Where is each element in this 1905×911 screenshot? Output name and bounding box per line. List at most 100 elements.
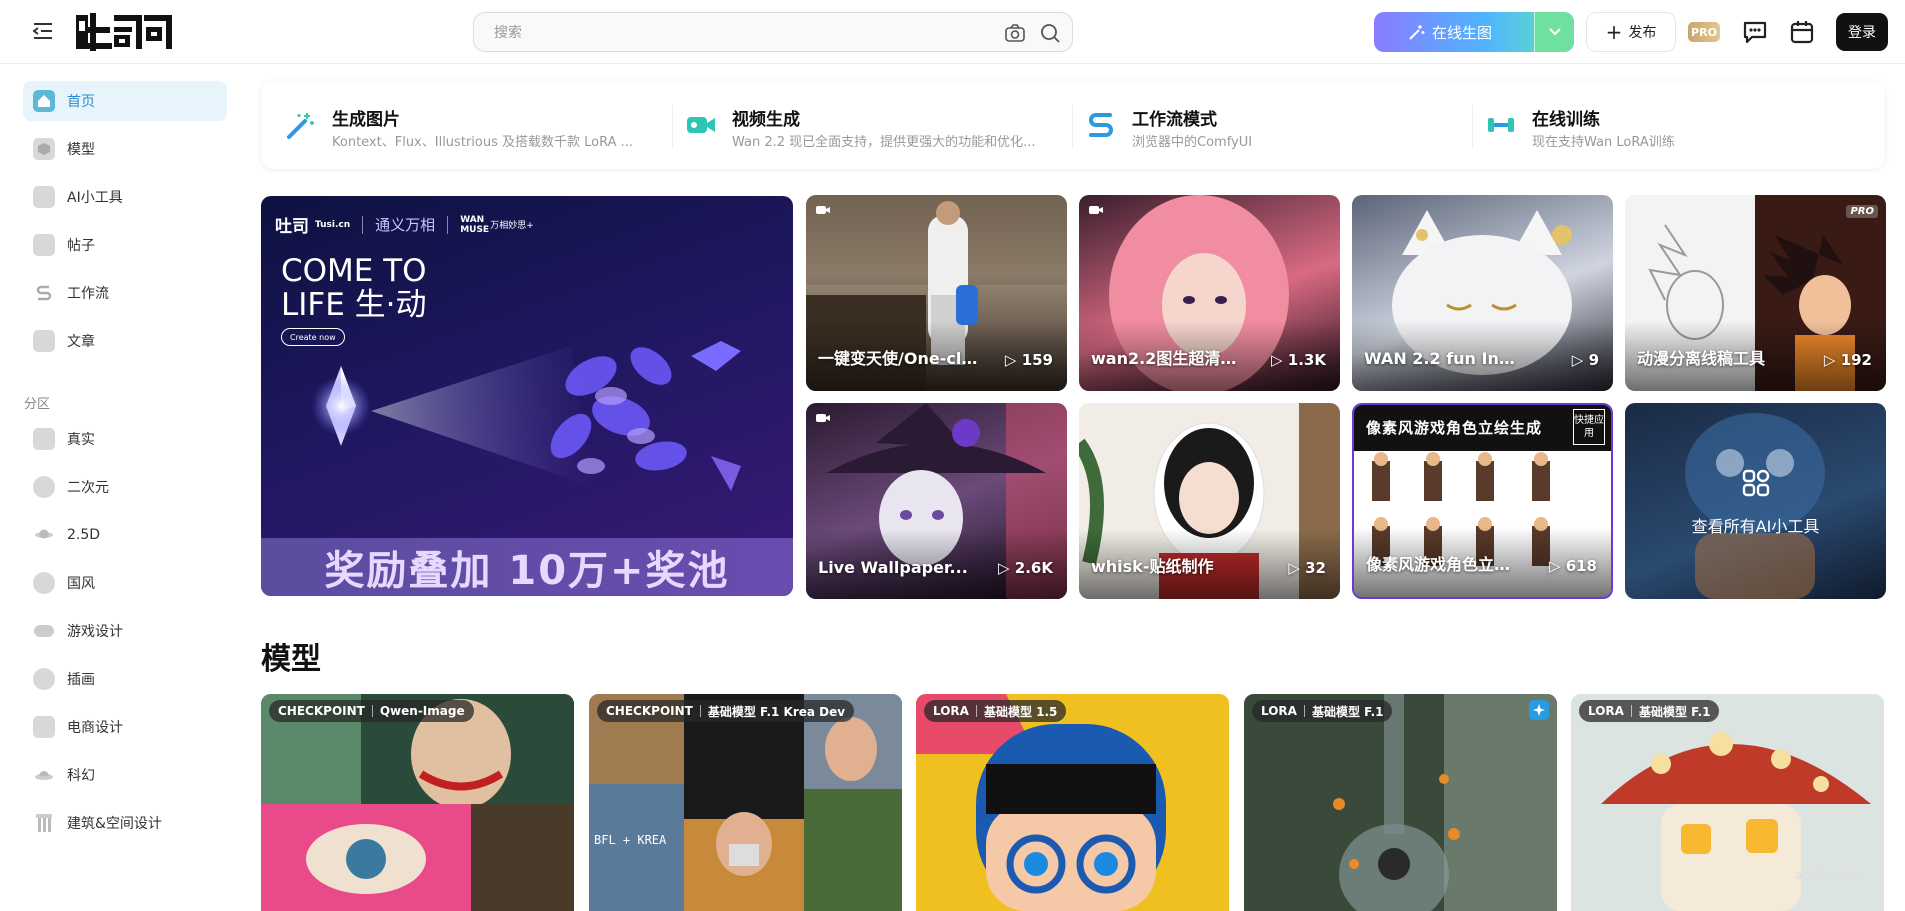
banner-partner: 通义万相 [375,216,436,234]
generate-label: 在线生图 [1432,23,1493,42]
search-box[interactable] [473,12,1073,52]
sidebar-item-articles[interactable]: 文章 [23,321,227,361]
divider [1303,705,1305,717]
model-type: LORA [1588,704,1624,718]
sidebar-item-label: 帖子 [67,238,95,254]
feature-workflow[interactable]: 工作流模式 浏览器中的ComfyUI [1061,81,1461,169]
plus-icon: + [1605,20,1623,44]
svg-text:BFL + KREA: BFL + KREA [594,833,667,847]
category-architecture[interactable]: 建筑&空间设计 [23,803,227,843]
pro-badge[interactable]: PRO [1688,22,1720,42]
workflow-icon [33,282,55,304]
video-icon [1089,206,1103,214]
tool-card[interactable]: PRO 动漫分离线稿工具 ▷ 192 [1625,195,1886,391]
tool-card[interactable]: 像素风游戏角色立绘生成 快捷应用 像素风游戏角色立绘... ▷ 618 [1352,403,1613,599]
card-title: Live Wallpaper... [818,558,968,577]
model-card[interactable]: CHECKPOINT Qwen-Image [261,694,574,911]
card-title: 像素风游戏角色立绘... [1366,555,1526,574]
category-label: 2.5D [67,527,101,543]
category-game-design[interactable]: 游戏设计 [23,611,227,651]
play-count: ▷ 9 [1571,351,1599,369]
camera-icon [33,428,55,450]
model-card[interactable]: LORA 基础模型 1.5 [916,694,1229,911]
feature-desc: 现在支持Wan LoRA训练 [1532,135,1675,150]
sidebar-item-label: 模型 [67,142,95,158]
tool-card[interactable]: whisk-贴纸制作 ▷ 32 [1079,403,1340,599]
generate-dropdown[interactable] [1534,12,1574,52]
tool-card[interactable]: WAN 2.2 fun Inp官方... ▷ 9 [1352,195,1613,391]
model-tag: LORA 基础模型 F.1 [1579,700,1720,722]
category-real[interactable]: 真实 [23,419,227,459]
divider [1630,705,1632,717]
models-section-title: 模型 [261,642,321,677]
feature-video[interactable]: 视频生成 Wan 2.2 现已全面支持，提供更强大的功能和优化... [661,81,1061,169]
view-all-tools-label: 查看所有AI小工具 [1691,517,1820,536]
login-button[interactable]: 登录 [1836,13,1888,51]
sidebar-item-label: 文章 [67,334,95,350]
banner-headline-line1: COME TO [281,253,427,289]
section-title: 分区 [24,397,51,412]
menu-collapse-icon[interactable] [33,22,53,40]
watermark: aoxbx.com [1795,868,1861,882]
article-icon [33,330,55,352]
divider [371,705,373,717]
category-anime[interactable]: 二次元 [23,467,227,507]
generate-main[interactable]: 在线生图 [1374,12,1534,52]
quick-app-badge: 快捷应用 [1573,409,1605,445]
camera-search-icon[interactable] [1004,23,1026,43]
play-count-value: 2.6K [1014,559,1053,577]
card-title: 一键变天使/One-clic... [818,349,978,368]
model-thumbnail [916,694,1229,911]
model-base: 基础模型 F.1 [1311,704,1384,719]
logo[interactable] [76,13,172,51]
category-guofeng[interactable]: 国风 [23,563,227,603]
sidebar-item-posts[interactable]: 帖子 [23,225,227,265]
category-scifi[interactable]: 科幻 [23,755,227,795]
tool-card[interactable]: Live Wallpaper... ▷ 2.6K [806,403,1067,599]
banner-logo: 吐司 [275,217,309,237]
model-thumbnail [261,694,574,911]
card-title: wan2.2图生超清视... [1091,349,1251,368]
category-ecommerce[interactable]: 电商设计 [23,707,227,747]
banner-illustration [311,341,741,491]
sidebar-item-label: 工作流 [67,286,109,302]
tool-card[interactable]: wan2.2图生超清视... ▷ 1.3K [1079,195,1340,391]
feature-generate-image[interactable]: 生成图片 Kontext、Flux、Illustrious 及搭载数千款 LoR… [261,81,661,169]
category-2-5d[interactable]: 2.5D [23,515,227,555]
model-card[interactable]: BFL + KREA CHECKPOINT 基础模型 F.1 Krea Dev [589,694,902,911]
search-input[interactable] [494,22,974,44]
feature-desc: Kontext、Flux、Illustrious 及搭载数千款 LoRA ... [332,135,633,150]
divider [447,215,449,234]
feature-desc: Wan 2.2 现已全面支持，提供更强大的功能和优化... [732,135,1036,150]
chevron-down-icon [1548,28,1561,36]
publish-button[interactable]: + 发布 [1586,12,1676,52]
sidebar-item-models[interactable]: 模型 [23,129,227,169]
category-illustration[interactable]: 插画 [23,659,227,699]
search-icon[interactable] [1039,22,1061,44]
message-icon[interactable] [1741,18,1769,46]
model-tag: CHECKPOINT 基础模型 F.1 Krea Dev [597,700,855,722]
top-header: 在线生图 + 发布 PRO 登录 [0,0,1905,64]
category-label: 游戏设计 [67,624,123,640]
banner-brand-row: 吐司 Tusi.cn 通义万相 WAN MUSE 万相妙思+ [275,212,534,238]
card-title: 动漫分离线稿工具 [1637,349,1766,368]
planet-icon [33,524,55,546]
online-generate-button[interactable]: 在线生图 [1374,12,1574,52]
category-label: 科幻 [67,768,95,784]
video-icon [816,414,830,422]
feature-training[interactable]: 在线训练 现在支持Wan LoRA训练 [1461,81,1861,169]
sidebar-item-home[interactable]: 首页 [23,81,227,121]
banner-bottom-text: 奖励叠加 10万+奖池 [261,538,793,596]
brush-icon [33,668,55,690]
model-base: 基础模型 F.1 [1638,704,1711,719]
tools-icon [33,186,55,208]
calendar-icon[interactable] [1788,18,1816,46]
sidebar-item-ai-tools[interactable]: AI小工具 [23,177,227,217]
feature-title: 工作流模式 [1132,110,1217,130]
tool-card[interactable]: 一键变天使/One-clic... ▷ 159 [806,195,1067,391]
promo-banner[interactable]: 吐司 Tusi.cn 通义万相 WAN MUSE 万相妙思+ COME TO L… [261,196,793,596]
all-ai-tools-card[interactable]: 查看所有AI小工具 [1625,403,1886,599]
sidebar-item-workflow[interactable]: 工作流 [23,273,227,313]
model-card[interactable]: LORA 基础模型 F.1 [1244,694,1557,911]
sidebar-item-label: AI小工具 [67,190,123,206]
